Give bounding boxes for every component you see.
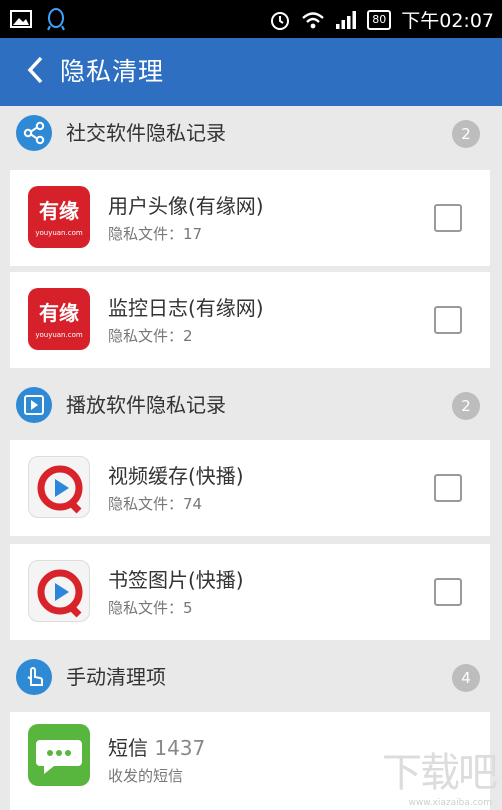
privacy-item-bookmark[interactable]: 书签图片(快播) 隐私文件：5 (10, 544, 490, 640)
item-count: 1437 (154, 736, 206, 760)
kuaibo-app-icon (28, 560, 90, 622)
item-name: 视频缓存(快播) (108, 464, 244, 488)
section-title: 手动清理项 (66, 665, 166, 689)
item-checkbox[interactable] (434, 204, 462, 232)
page-title: 隐私清理 (60, 57, 165, 86)
section-header-manual: 手动清理项 4 (0, 650, 502, 706)
battery-icon: 80 (367, 9, 392, 30)
sms-app-icon (28, 724, 90, 786)
app-bar: 隐私清理 (0, 38, 502, 106)
section-count-badge: 2 (452, 120, 480, 148)
item-name: 短信 1437 (108, 734, 205, 762)
hand-pointer-icon (16, 659, 52, 695)
privacy-item-log[interactable]: 有缘 youyuan.com 监控日志(有缘网) 隐私文件：2 (10, 272, 490, 368)
watermark-text: 下载吧 (382, 750, 498, 796)
alarm-icon (271, 11, 290, 30)
section-count-badge: 2 (452, 392, 480, 420)
privacy-item-avatar[interactable]: 有缘 youyuan.com 用户头像(有缘网) 隐私文件：17 (10, 170, 490, 266)
back-chevron-icon[interactable] (26, 52, 44, 97)
youyuan-app-icon: 有缘 youyuan.com (28, 186, 90, 248)
youyuan-logo-url: youyuan.com (35, 229, 83, 237)
item-checkbox[interactable] (434, 474, 462, 502)
play-icon (16, 387, 52, 423)
section-title: 社交软件隐私记录 (66, 121, 226, 145)
item-checkbox[interactable] (434, 578, 462, 606)
item-name: 用户头像(有缘网) (108, 194, 264, 218)
clock: 下午02:07 (401, 10, 494, 32)
section-title: 播放软件隐私记录 (66, 393, 226, 417)
item-title: 短信 (108, 736, 148, 760)
wifi-icon (302, 11, 325, 28)
item-name: 书签图片(快播) (108, 568, 244, 592)
item-file-count: 隐私文件：74 (108, 495, 203, 513)
item-file-count: 隐私文件：5 (108, 599, 193, 617)
watermark-url: www.xiazaiba.com (408, 798, 492, 808)
youyuan-logo-text: 有缘 (39, 301, 79, 325)
section-header-social: 社交软件隐私记录 2 (0, 106, 502, 162)
status-bar: 80 下午02:07 (0, 0, 502, 38)
youyuan-logo-text: 有缘 (39, 199, 79, 223)
share-icon (16, 115, 52, 151)
signal-icon (336, 10, 357, 29)
item-subtitle: 收发的短信 (108, 767, 184, 785)
item-file-count: 隐私文件：2 (108, 327, 193, 345)
privacy-item-video-cache[interactable]: 视频缓存(快播) 隐私文件：74 (10, 440, 490, 536)
image-icon (10, 10, 32, 28)
youyuan-app-icon: 有缘 youyuan.com (28, 288, 90, 350)
youyuan-logo-url: youyuan.com (35, 331, 83, 339)
section-header-player: 播放软件隐私记录 2 (0, 378, 502, 434)
item-name: 监控日志(有缘网) (108, 296, 264, 320)
kuaibo-app-icon (28, 456, 90, 518)
item-checkbox[interactable] (434, 306, 462, 334)
section-count-badge: 4 (452, 664, 480, 692)
item-file-count: 隐私文件：17 (108, 225, 203, 243)
qq-icon (47, 8, 65, 31)
